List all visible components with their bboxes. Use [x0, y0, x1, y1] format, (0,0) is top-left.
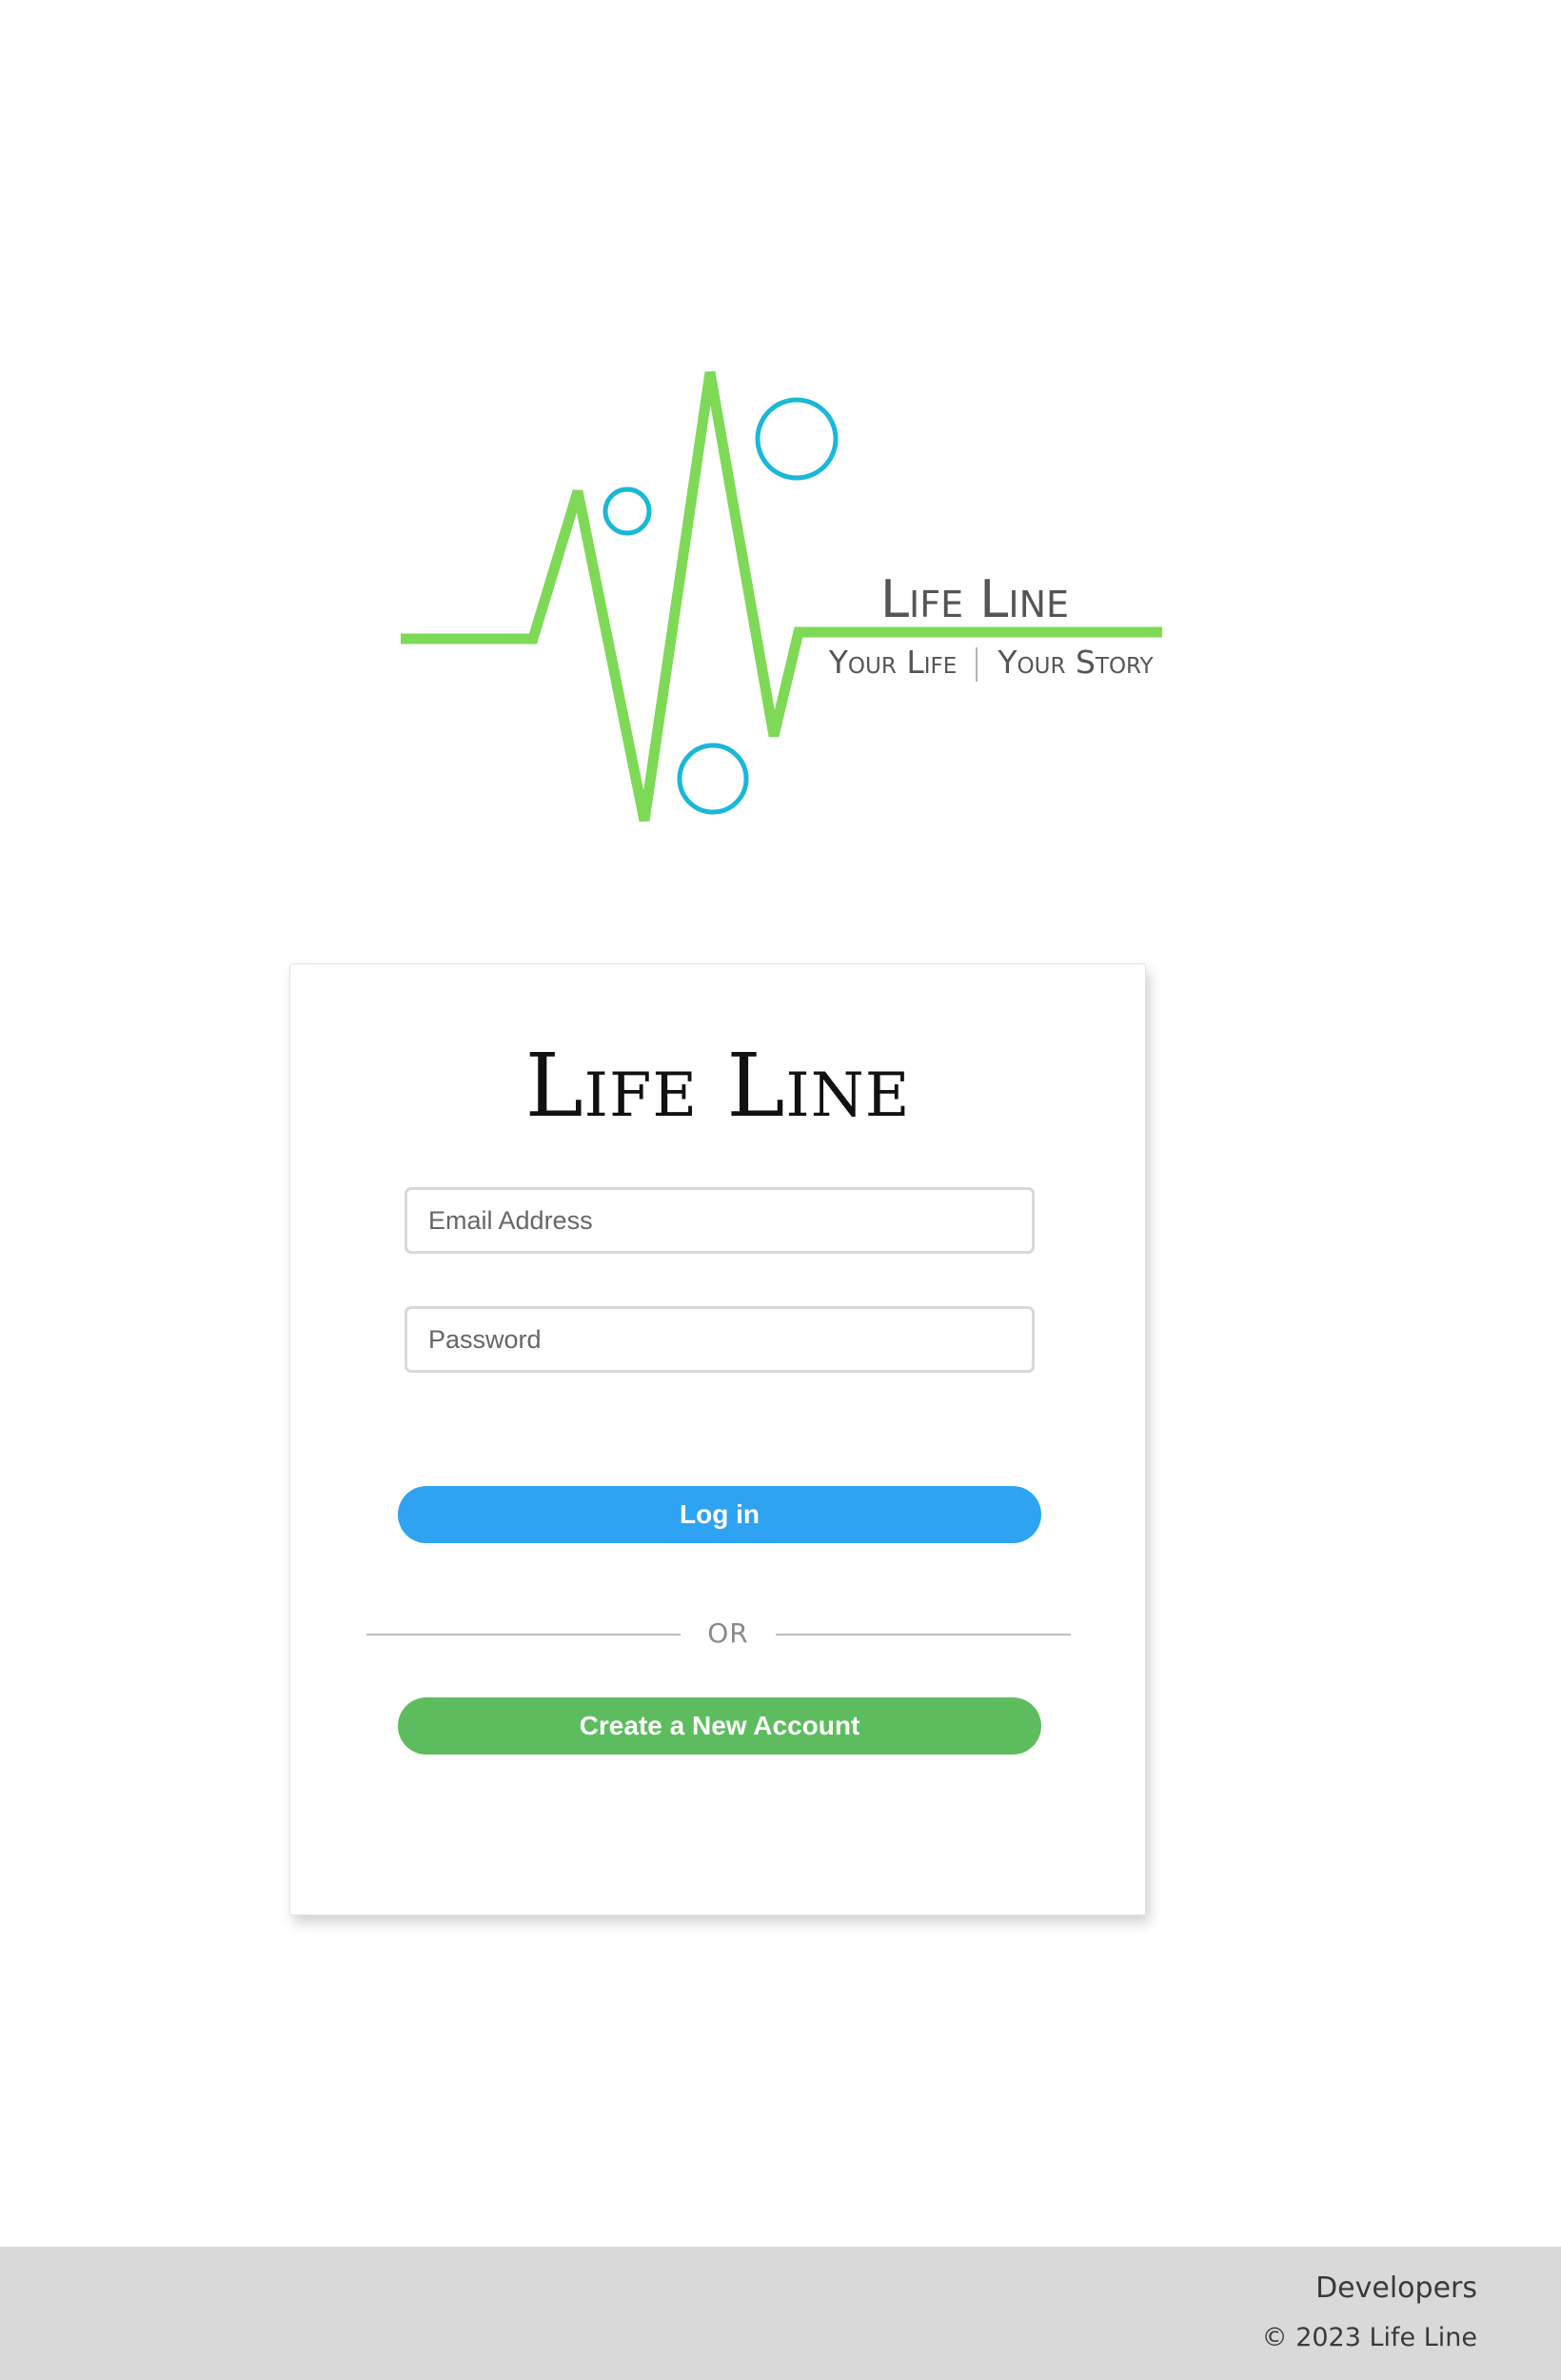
life-line-logo: Life Line Your Life Your Story [395, 362, 1176, 838]
heartbeat-logo-graphic: Life Line Your Life Your Story [401, 371, 1162, 823]
logo-tagline-right: Your Story [997, 644, 1154, 681]
logo-tagline-left: Your Life [828, 644, 958, 681]
login-page: Life Line Your Life Your Story Life Line… [0, 0, 1561, 2380]
login-card: Life Line Log in OR Create a New Account [289, 963, 1146, 1915]
logo-circle-bottom [677, 743, 749, 815]
divider-line-right [776, 1634, 1071, 1636]
logo-title: Life Line [880, 569, 1069, 629]
email-field[interactable] [405, 1187, 1035, 1254]
create-account-button[interactable]: Create a New Account [398, 1697, 1041, 1755]
divider-line-left [366, 1634, 681, 1636]
login-button[interactable]: Log in [398, 1486, 1041, 1543]
or-divider: OR [366, 1616, 1071, 1654]
logo-circle-small [603, 486, 652, 536]
divider-label: OR [707, 1617, 749, 1649]
copyright-text: © 2023 Life Line [1261, 2323, 1477, 2352]
card-title: Life Line [524, 1035, 911, 1137]
password-field[interactable] [405, 1306, 1035, 1373]
logo-circle-large [755, 397, 839, 481]
developers-link[interactable]: Developers [1315, 2271, 1477, 2305]
footer: Developers © 2023 Life Line [0, 2247, 1561, 2380]
